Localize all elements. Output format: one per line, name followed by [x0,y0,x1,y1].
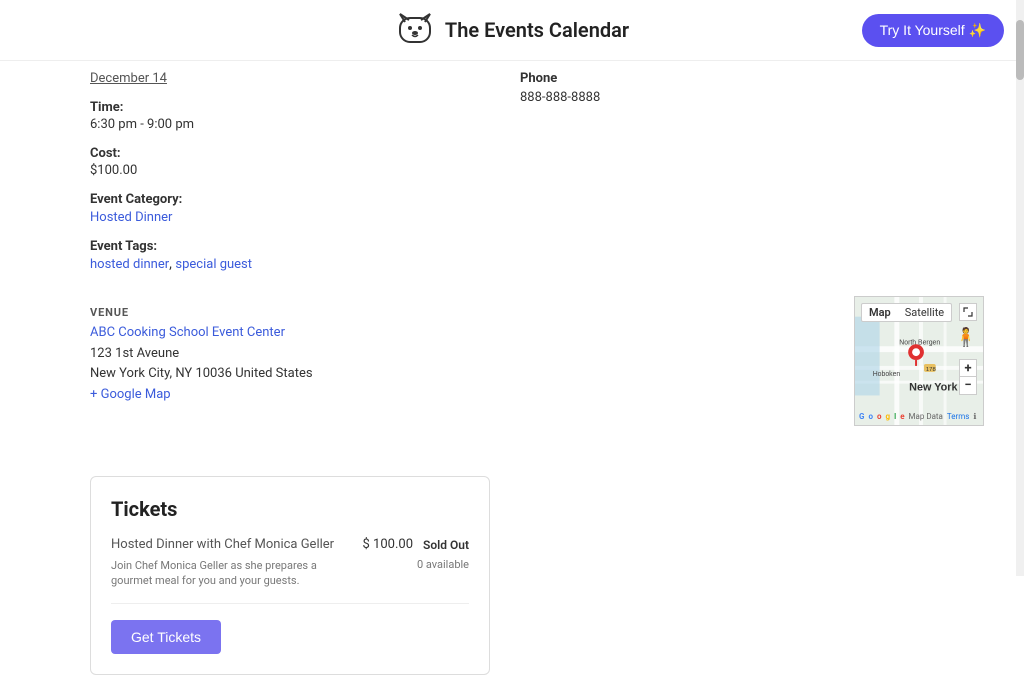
ticket-name: Hosted Dinner with Chef Monica Geller [111,537,334,552]
svg-text:North Bergen: North Bergen [899,339,940,346]
svg-text:Hoboken: Hoboken [873,371,901,378]
time-label: Time: [90,100,460,115]
category-label: Event Category: [90,192,460,207]
tags-values: hosted dinner, special guest [90,256,460,272]
svg-text:178: 178 [926,367,937,373]
map-tab-map[interactable]: Map [862,304,898,321]
venue-address-line2: New York City, NY 10036 United States [90,364,550,384]
map-tabs: Map Satellite [861,303,952,322]
tag-special-guest[interactable]: special guest [175,257,252,272]
map-zoom-in-button[interactable]: + [959,359,977,377]
tickets-section: Tickets Hosted Dinner with Chef Monica G… [90,476,490,675]
phone-value: 888-888-8888 [520,90,1004,105]
logo-area: The Events Calendar [395,10,629,50]
map-zoom-out-button[interactable]: − [959,377,977,395]
site-title: The Events Calendar [445,18,629,42]
get-tickets-button[interactable]: Get Tickets [111,620,221,654]
time-block: Time: 6:30 pm - 9:00 pm [90,100,460,132]
tags-block: Event Tags: hosted dinner, special guest [90,239,460,272]
ticket-price: $ 100.00 [363,537,414,552]
expand-icon [963,307,973,317]
scrollbar[interactable] [1016,0,1024,576]
category-link[interactable]: Hosted Dinner [90,210,172,225]
venue-details: VENUE ABC Cooking School Event Center 12… [90,306,550,436]
ticket-description: Join Chef Monica Geller as she prepares … [111,558,331,589]
contact-column: Phone 888-888-8888 [480,61,1024,306]
cost-block: Cost: $100.00 [90,146,460,178]
map-data-label: Map Data [909,412,943,421]
time-value: 6:30 pm - 9:00 pm [90,117,460,132]
ticket-details-row: Join Chef Monica Geller as she prepares … [111,558,469,589]
street-view-person[interactable]: 🧍 [955,327,977,348]
try-it-yourself-button[interactable]: Try It Yourself ✨ [862,14,1004,47]
map-container: North Bergen Hoboken New York 178 Map Sa… [854,296,984,426]
venue-section: VENUE ABC Cooking School Event Center 12… [0,306,1024,456]
ticket-row: Hosted Dinner with Chef Monica Geller $ … [111,537,469,604]
scrollbar-thumb[interactable] [1016,20,1024,80]
tag-hosted-dinner[interactable]: hosted dinner [90,257,169,272]
event-date: December 14 [90,71,460,86]
cost-label: Cost: [90,146,460,161]
map-footer: Google Map Data Terms ℹ [859,412,976,421]
google-map-link[interactable]: + Google Map [90,387,171,402]
site-header: The Events Calendar Try It Yourself ✨ [0,0,1024,61]
google-branding: G [859,412,864,421]
svg-text:New York: New York [909,382,958,394]
venue-address-line1: 123 1st Aveune [90,344,550,364]
map-tab-satellite[interactable]: Satellite [898,304,951,321]
tags-label: Event Tags: [90,239,460,254]
ticket-price-area: $ 100.00 Sold Out [363,537,469,552]
main-content: December 14 Time: 6:30 pm - 9:00 pm Cost… [0,61,1024,306]
phone-label: Phone [520,71,1004,86]
ticket-header: Hosted Dinner with Chef Monica Geller $ … [111,537,469,552]
category-block: Event Category: Hosted Dinner [90,192,460,225]
map-terms-label[interactable]: Terms [947,412,969,421]
venue-name-link[interactable]: ABC Cooking School Event Center [90,325,550,340]
map-expand-button[interactable] [959,303,977,321]
tickets-title: Tickets [111,497,469,521]
map-widget: North Bergen Hoboken New York 178 Map Sa… [854,306,984,436]
logo-icon [395,10,435,50]
cost-value: $100.00 [90,163,460,178]
map-zoom-controls: + − [959,359,977,395]
ticket-sold-out-badge: Sold Out [423,538,469,552]
venue-section-label: VENUE [90,306,550,319]
event-details-column: December 14 Time: 6:30 pm - 9:00 pm Cost… [0,61,480,306]
ticket-availability: 0 available [417,558,469,571]
